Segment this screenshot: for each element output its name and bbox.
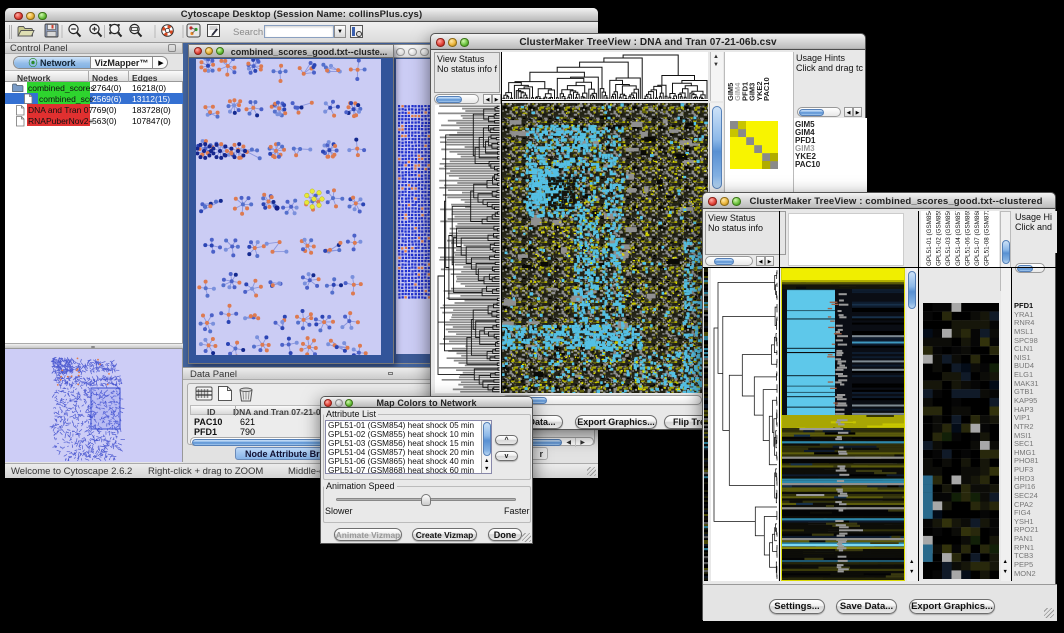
svg-text:GPL51-04 (GSM857): GPL51-04 (GSM857) (955, 211, 962, 266)
svg-text:GPL51-07 (GSM868): GPL51-07 (GSM868) (974, 211, 981, 266)
svg-text:GPL51-02 (GSM855): GPL51-02 (GSM855) (936, 211, 943, 266)
svg-text:GPL51-06 (GSM865): GPL51-06 (GSM865) (964, 211, 971, 266)
svg-text:PAC10: PAC10 (762, 77, 771, 101)
svg-text:GPL51-08 (GSM872): GPL51-08 (GSM872) (984, 211, 991, 266)
svg-text:GPL51-01 (GSM854): GPL51-01 (GSM854) (926, 211, 933, 266)
svg-text:GPL51-03 (GSM856): GPL51-03 (GSM856) (945, 211, 952, 266)
